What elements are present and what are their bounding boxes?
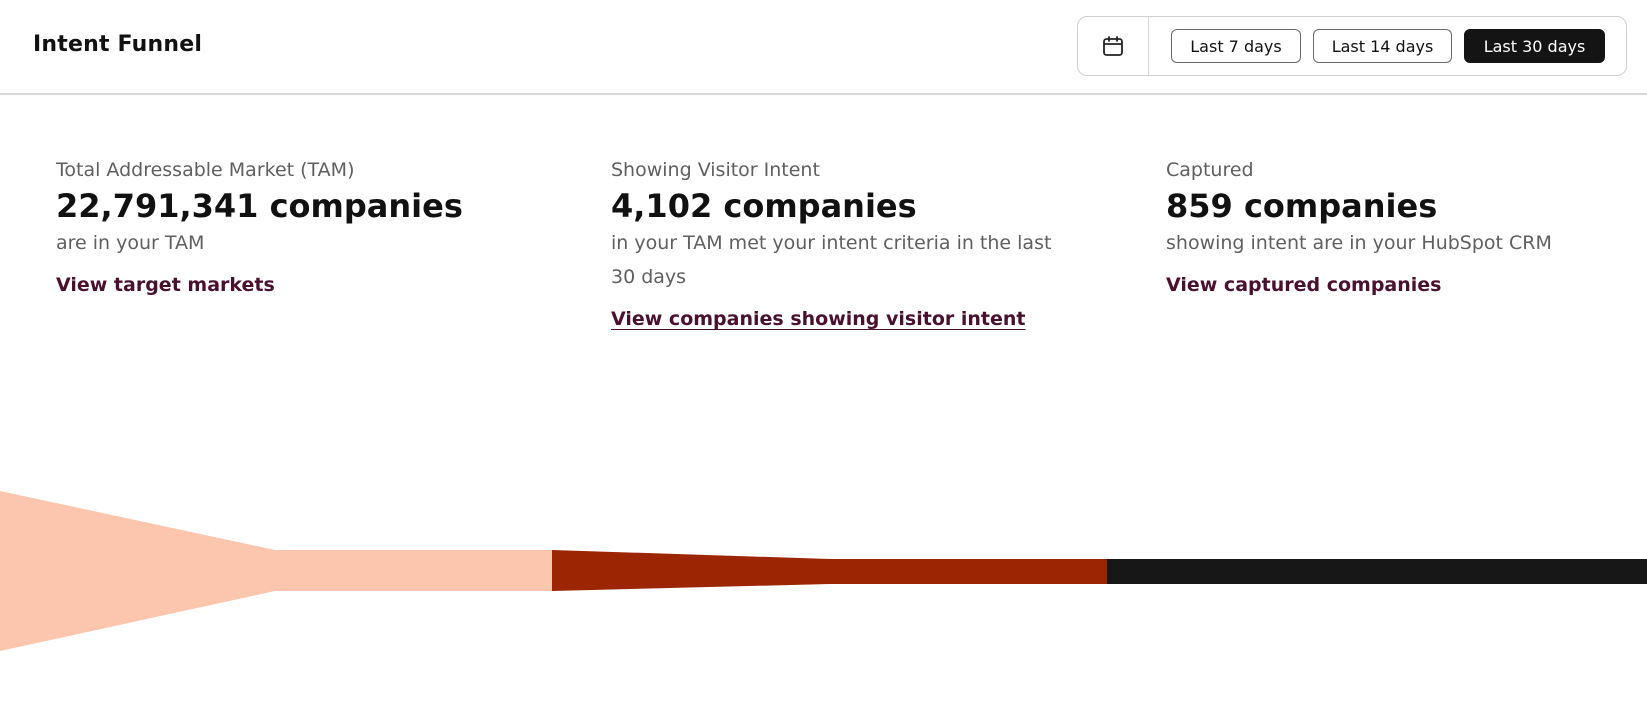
metric-visitor-intent: Showing Visitor Intent 4,102 companies i… bbox=[611, 157, 1061, 330]
funnel-segment-captured bbox=[1107, 559, 1647, 584]
metric-value: 22,791,341 companies bbox=[56, 187, 463, 225]
view-target-markets-link[interactable]: View target markets bbox=[56, 274, 275, 296]
metric-label: Total Addressable Market (TAM) bbox=[56, 159, 355, 181]
range-last-30-days-button[interactable]: Last 30 days bbox=[1464, 29, 1605, 63]
intent-funnel-graphic bbox=[0, 491, 1647, 651]
metric-value: 4,102 companies bbox=[611, 187, 917, 225]
calendar-icon bbox=[1103, 36, 1123, 56]
metric-value: 859 companies bbox=[1166, 187, 1438, 225]
page-title: Intent Funnel bbox=[33, 32, 203, 57]
range-last-14-days-button[interactable]: Last 14 days bbox=[1313, 29, 1452, 63]
metric-captured: Captured 859 companies showing intent ar… bbox=[1166, 157, 1636, 296]
view-visitor-intent-link[interactable]: View companies showing visitor intent bbox=[611, 308, 1025, 330]
calendar-button[interactable] bbox=[1078, 17, 1149, 75]
range-last-7-days-button[interactable]: Last 7 days bbox=[1171, 29, 1301, 63]
funnel-segment-intent bbox=[552, 550, 1107, 591]
metric-description: are in your TAM bbox=[56, 232, 205, 254]
metric-label: Captured bbox=[1166, 159, 1254, 181]
view-captured-companies-link[interactable]: View captured companies bbox=[1166, 274, 1441, 296]
metric-label: Showing Visitor Intent bbox=[611, 159, 820, 181]
header-bar: Intent Funnel Last 7 days Last 14 days L… bbox=[0, 0, 1647, 95]
metric-description: in your TAM met your intent criteria in … bbox=[611, 232, 1052, 288]
metric-tam: Total Addressable Market (TAM) 22,791,34… bbox=[56, 157, 536, 296]
metric-description: showing intent are in your HubSpot CRM bbox=[1166, 232, 1552, 254]
date-range-selector: Last 7 days Last 14 days Last 30 days bbox=[1077, 16, 1627, 76]
funnel-segment-tam bbox=[0, 491, 552, 651]
